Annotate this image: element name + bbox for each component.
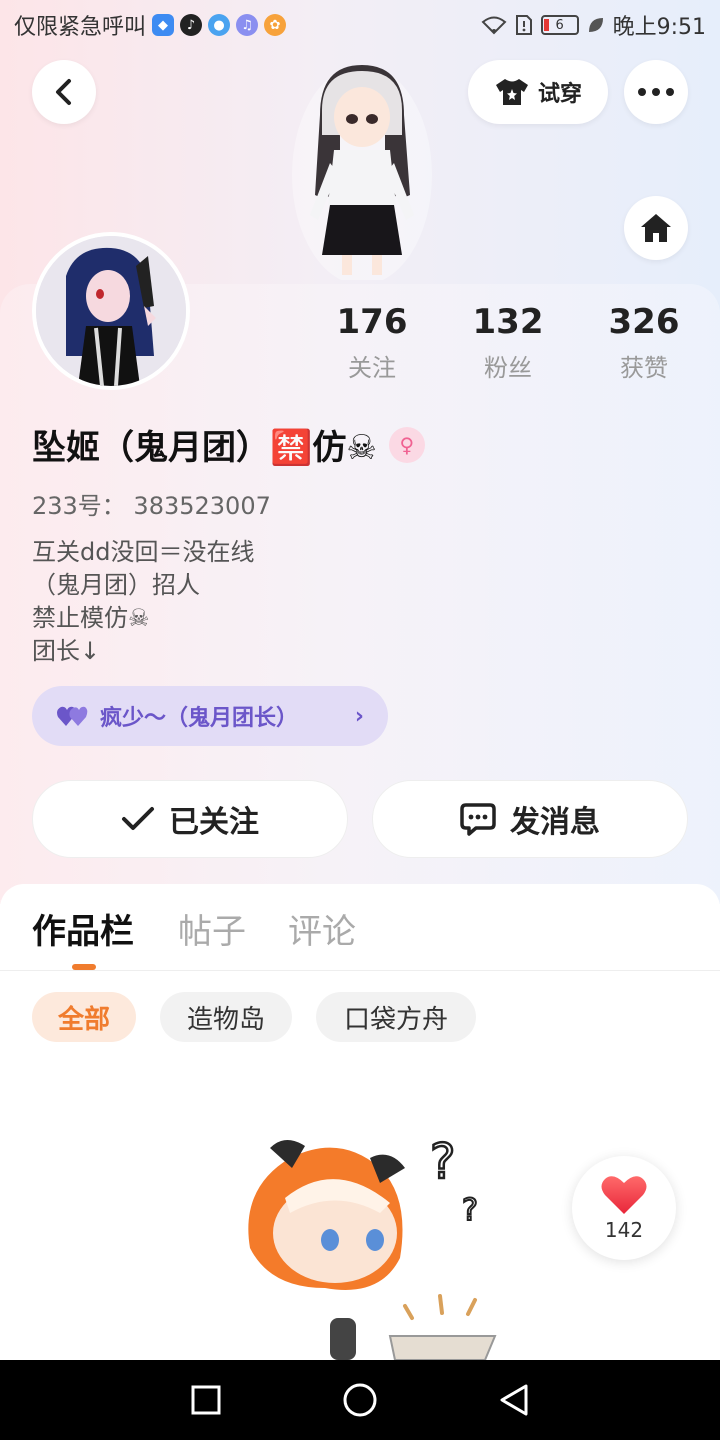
name-row: 坠姬（鬼月团）🈲仿☠ ♀ — [32, 420, 425, 469]
message-button[interactable]: 发消息 — [372, 780, 688, 858]
stat-following[interactable]: 176 关注 — [312, 302, 432, 383]
home-button[interactable] — [624, 196, 688, 260]
status-right: 6 晚上9:51 — [481, 9, 706, 41]
chevron-right-icon: › — [354, 703, 364, 729]
like-button[interactable]: 142 — [572, 1156, 676, 1260]
system-nav-bar — [0, 1360, 720, 1440]
clock: 晚上9:51 — [612, 15, 706, 40]
filter-chip-pocket-ark[interactable]: 口袋方舟 — [316, 992, 476, 1042]
empty-state-illustration: ? ? — [248, 1133, 497, 1360]
home-icon — [641, 214, 671, 242]
user-id: 233号： 383523007 — [32, 492, 271, 520]
message-label: 发消息 — [510, 805, 600, 840]
stat-label: 获赞 — [620, 354, 668, 382]
chevron-left-icon — [56, 79, 71, 105]
user-bio: 互关dd没回＝没在线 （鬼月团）招人 禁止模仿☠ 团长↓ — [32, 538, 255, 665]
status-left: 仅限紧急呼叫 ◆ ♪ ● ♫ ✿ — [14, 9, 287, 41]
battery-level: 6 — [555, 17, 564, 33]
tshirt-icon — [495, 79, 528, 105]
tab-divider — [0, 970, 720, 971]
leaf-icon — [588, 18, 603, 32]
recent-apps-icon[interactable] — [190, 1384, 222, 1416]
game-app-icon: ✿ — [264, 14, 287, 36]
music-app-icon: ♫ — [236, 14, 259, 36]
filter-chip-creation-island[interactable]: 造物岛 — [160, 992, 292, 1042]
browser-app-icon: ● — [208, 14, 231, 36]
guild-label: 疯少～（鬼月团长） — [100, 706, 299, 731]
stat-label: 粉丝 — [484, 354, 532, 382]
more-button[interactable] — [624, 60, 688, 124]
avatar[interactable] — [32, 232, 190, 390]
tab-posts[interactable]: 帖子 — [178, 904, 246, 953]
status-bar: 仅限紧急呼叫 ◆ ♪ ● ♫ ✿ 6 晚上9:51 — [0, 0, 720, 50]
tab-works[interactable]: 作品栏 — [32, 904, 134, 953]
tiktok-app-icon: ♪ — [180, 14, 203, 36]
try-on-label: 试穿 — [537, 82, 582, 107]
follow-button[interactable]: 已关注 — [32, 780, 348, 858]
carrier-text: 仅限紧急呼叫 — [14, 15, 147, 40]
more-icon — [638, 88, 674, 96]
stat-number: 326 — [608, 302, 680, 342]
back-button[interactable] — [32, 60, 96, 124]
like-count: 142 — [604, 1218, 644, 1242]
back-nav-icon[interactable] — [498, 1383, 530, 1417]
sim-alert-icon — [515, 15, 532, 35]
avatar-image — [36, 236, 186, 386]
avatar-figure-image — [292, 65, 432, 280]
chat-icon — [460, 803, 496, 836]
try-on-button[interactable]: 试穿 — [468, 60, 608, 124]
stat-followers[interactable]: 132 粉丝 — [448, 302, 568, 383]
female-icon: ♀ — [388, 426, 425, 463]
wifi-icon — [481, 16, 507, 35]
follow-label: 已关注 — [169, 805, 259, 840]
svg-text:?: ? — [462, 1193, 478, 1228]
stat-likes[interactable]: 326 获赞 — [584, 302, 704, 383]
tab-comments[interactable]: 评论 — [288, 904, 356, 953]
check-icon — [122, 807, 154, 830]
stat-number: 176 — [336, 302, 408, 342]
shield-app-icon: ◆ — [152, 14, 175, 36]
heart-icon — [601, 1176, 647, 1214]
battery-icon: 6 — [540, 15, 579, 35]
filter-chip-all[interactable]: 全部 — [32, 992, 136, 1042]
guild-leader-link[interactable]: 疯少～（鬼月团长） › — [32, 686, 388, 746]
user-name: 坠姬（鬼月团）🈲仿☠ — [32, 428, 377, 468]
heart-pair-icon — [57, 706, 88, 726]
svg-text:?: ? — [430, 1134, 455, 1190]
stat-label: 关注 — [348, 354, 396, 382]
stat-number: 132 — [472, 302, 544, 342]
home-nav-icon[interactable] — [342, 1382, 378, 1418]
